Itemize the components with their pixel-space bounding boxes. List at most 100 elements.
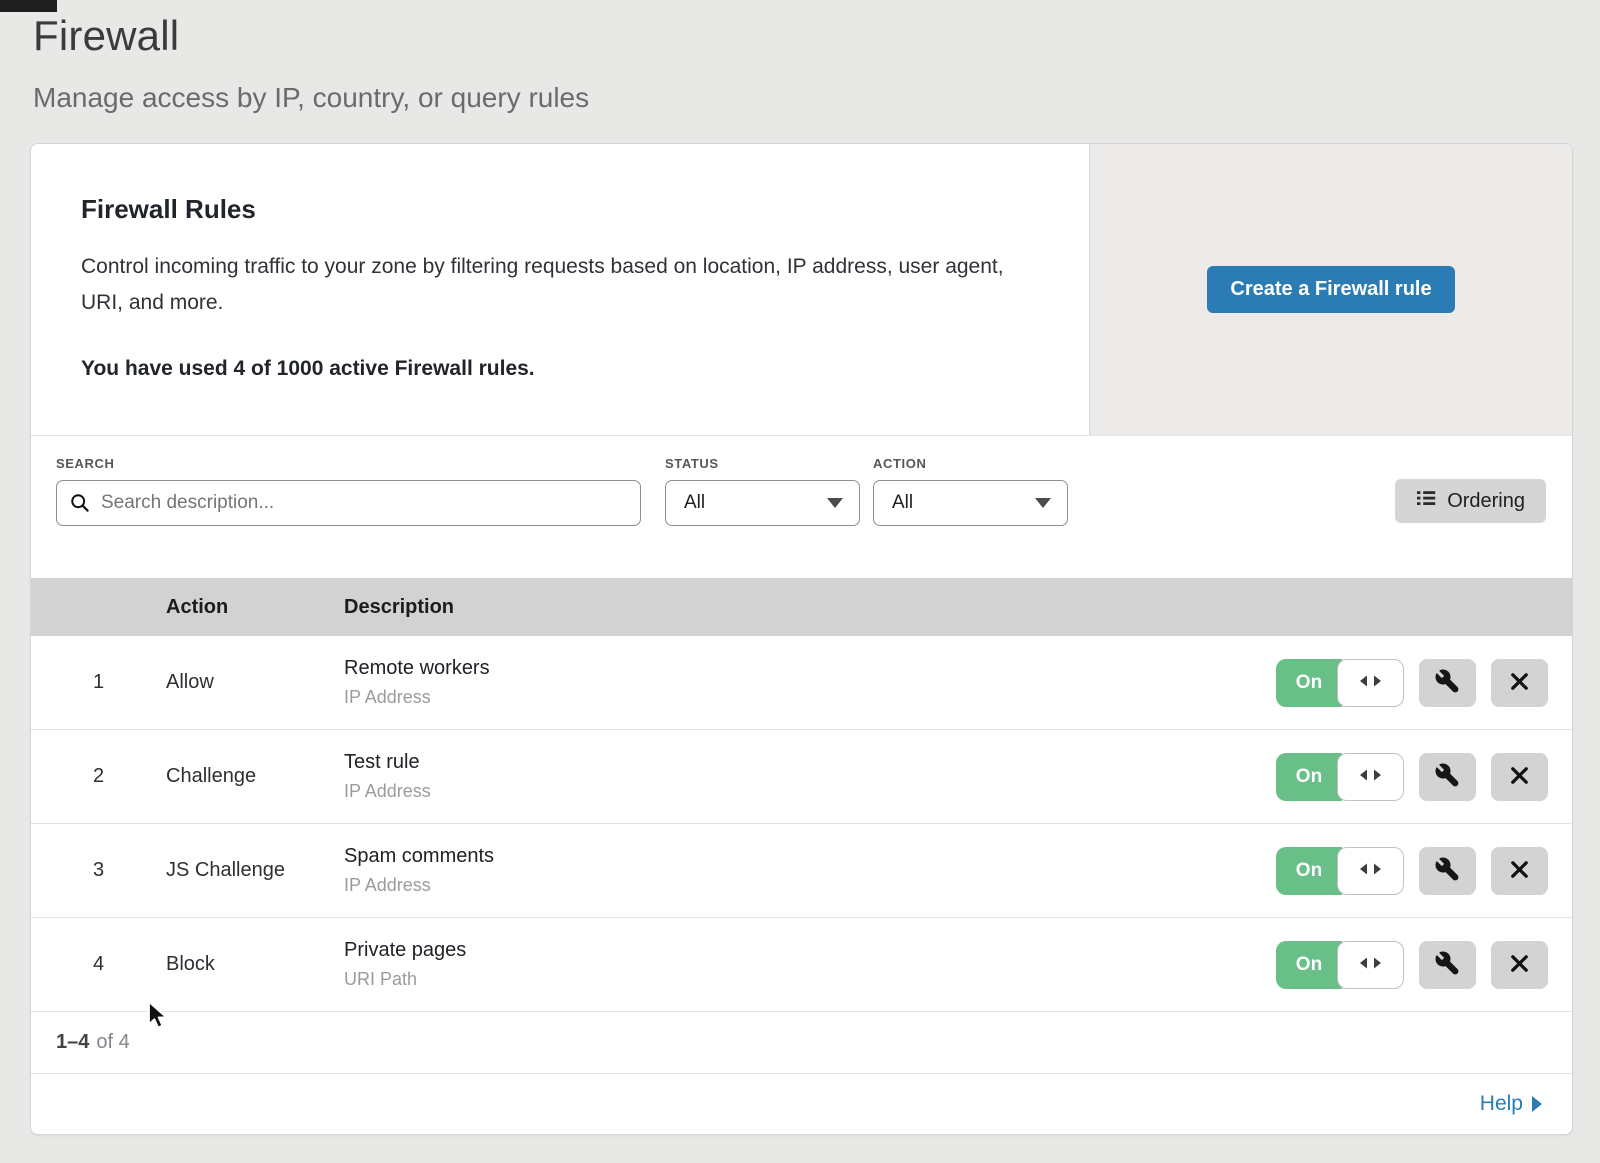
action-field-group: ACTION All xyxy=(873,456,1068,578)
rule-description: Spam comments xyxy=(344,845,1276,868)
edit-rule-button[interactable] xyxy=(1419,659,1476,707)
wrench-icon xyxy=(1434,762,1461,792)
help-link-label: Help xyxy=(1480,1092,1523,1116)
x-icon xyxy=(1508,670,1531,696)
rule-controls: On xyxy=(1276,847,1548,895)
toggle-on-label[interactable]: On xyxy=(1276,659,1342,707)
rule-enabled-toggle[interactable]: On xyxy=(1276,941,1404,989)
action-select[interactable]: All xyxy=(873,480,1068,526)
search-field-group: SEARCH xyxy=(56,456,641,578)
delete-rule-button[interactable] xyxy=(1491,659,1548,707)
x-icon xyxy=(1508,952,1531,978)
table-row: 3 JS Challenge Spam comments IP Address … xyxy=(31,824,1572,918)
create-firewall-rule-button[interactable]: Create a Firewall rule xyxy=(1207,266,1454,313)
rule-match-type: IP Address xyxy=(344,875,1276,896)
rule-enabled-toggle[interactable]: On xyxy=(1276,659,1404,707)
rules-table-body: 1 Allow Remote workers IP Address On xyxy=(31,636,1572,1012)
help-link[interactable]: Help xyxy=(1480,1092,1542,1116)
rule-priority: 1 xyxy=(31,671,166,694)
page-subtitle: Manage access by IP, country, or query r… xyxy=(33,82,1600,114)
rule-description: Test rule xyxy=(344,751,1276,774)
status-select[interactable]: All xyxy=(665,480,860,526)
screen-edge-artifact xyxy=(0,0,57,12)
toggle-on-label[interactable]: On xyxy=(1276,941,1342,989)
rule-priority: 4 xyxy=(31,953,166,976)
toggle-handle[interactable] xyxy=(1337,941,1404,989)
x-icon xyxy=(1508,858,1531,884)
pagination-total: of 4 xyxy=(96,1031,129,1054)
rule-enabled-toggle[interactable]: On xyxy=(1276,847,1404,895)
rule-priority: 3 xyxy=(31,859,166,882)
table-row: 2 Challenge Test rule IP Address On xyxy=(31,730,1572,824)
description-column-header: Description xyxy=(344,596,1572,619)
left-right-arrows-icon xyxy=(1359,859,1382,882)
search-icon xyxy=(69,492,90,518)
rule-action: Challenge xyxy=(166,765,344,788)
delete-rule-button[interactable] xyxy=(1491,941,1548,989)
rule-action: JS Challenge xyxy=(166,859,344,882)
card-title: Firewall Rules xyxy=(81,194,1029,225)
status-selected-value: All xyxy=(684,492,705,514)
card-description: Control incoming traffic to your zone by… xyxy=(81,249,1026,321)
create-rule-panel: Create a Firewall rule xyxy=(1089,144,1572,435)
action-label: ACTION xyxy=(873,456,1068,471)
search-input[interactable] xyxy=(56,480,641,526)
chevron-down-icon xyxy=(827,498,843,508)
wrench-icon xyxy=(1434,950,1461,980)
rule-enabled-toggle[interactable]: On xyxy=(1276,753,1404,801)
rule-description-cell: Remote workers IP Address xyxy=(344,657,1276,708)
rule-priority: 2 xyxy=(31,765,166,788)
rule-description: Private pages xyxy=(344,939,1276,962)
toggle-on-label[interactable]: On xyxy=(1276,847,1342,895)
page-title: Firewall xyxy=(33,12,1600,60)
toggle-on-label[interactable]: On xyxy=(1276,753,1342,801)
rule-controls: On xyxy=(1276,753,1548,801)
chevron-down-icon xyxy=(1035,498,1051,508)
action-column-header: Action xyxy=(166,596,344,619)
page-header: Firewall Manage access by IP, country, o… xyxy=(0,0,1600,114)
left-right-arrows-icon xyxy=(1359,953,1382,976)
info-section: Firewall Rules Control incoming traffic … xyxy=(31,144,1572,436)
edit-rule-button[interactable] xyxy=(1419,753,1476,801)
usage-summary: You have used 4 of 1000 active Firewall … xyxy=(81,357,1029,381)
pagination-bar: 1–4 of 4 xyxy=(31,1012,1572,1074)
rule-controls: On xyxy=(1276,659,1548,707)
edit-rule-button[interactable] xyxy=(1419,847,1476,895)
rule-match-type: IP Address xyxy=(344,687,1276,708)
ordering-button-label: Ordering xyxy=(1447,490,1525,513)
search-label: SEARCH xyxy=(56,456,641,471)
rule-description-cell: Test rule IP Address xyxy=(344,751,1276,802)
action-selected-value: All xyxy=(892,492,913,514)
table-header: Action Description xyxy=(31,578,1572,636)
left-right-arrows-icon xyxy=(1359,671,1382,694)
rule-match-type: IP Address xyxy=(344,781,1276,802)
pagination-range: 1–4 xyxy=(56,1031,89,1054)
delete-rule-button[interactable] xyxy=(1491,753,1548,801)
toggle-handle[interactable] xyxy=(1337,659,1404,707)
rule-controls: On xyxy=(1276,941,1548,989)
table-row: 1 Allow Remote workers IP Address On xyxy=(31,636,1572,730)
rule-description-cell: Private pages URI Path xyxy=(344,939,1276,990)
delete-rule-button[interactable] xyxy=(1491,847,1548,895)
status-field-group: STATUS All xyxy=(665,456,860,578)
arrow-right-icon xyxy=(1532,1096,1542,1112)
x-icon xyxy=(1508,764,1531,790)
ordering-button[interactable]: Ordering xyxy=(1395,479,1546,523)
toggle-handle[interactable] xyxy=(1337,847,1404,895)
rule-description: Remote workers xyxy=(344,657,1276,680)
table-row: 4 Block Private pages URI Path On xyxy=(31,918,1572,1012)
edit-rule-button[interactable] xyxy=(1419,941,1476,989)
rule-match-type: URI Path xyxy=(344,969,1276,990)
list-icon xyxy=(1416,488,1436,514)
rule-action: Block xyxy=(166,953,344,976)
info-text-block: Firewall Rules Control incoming traffic … xyxy=(31,144,1089,435)
status-label: STATUS xyxy=(665,456,860,471)
card-footer: Help xyxy=(31,1074,1572,1134)
rule-description-cell: Spam comments IP Address xyxy=(344,845,1276,896)
rule-action: Allow xyxy=(166,671,344,694)
toggle-handle[interactable] xyxy=(1337,753,1404,801)
firewall-rules-card: Firewall Rules Control incoming traffic … xyxy=(30,143,1573,1135)
wrench-icon xyxy=(1434,668,1461,698)
filters-bar: SEARCH STATUS All ACTION All xyxy=(31,436,1572,578)
wrench-icon xyxy=(1434,856,1461,886)
